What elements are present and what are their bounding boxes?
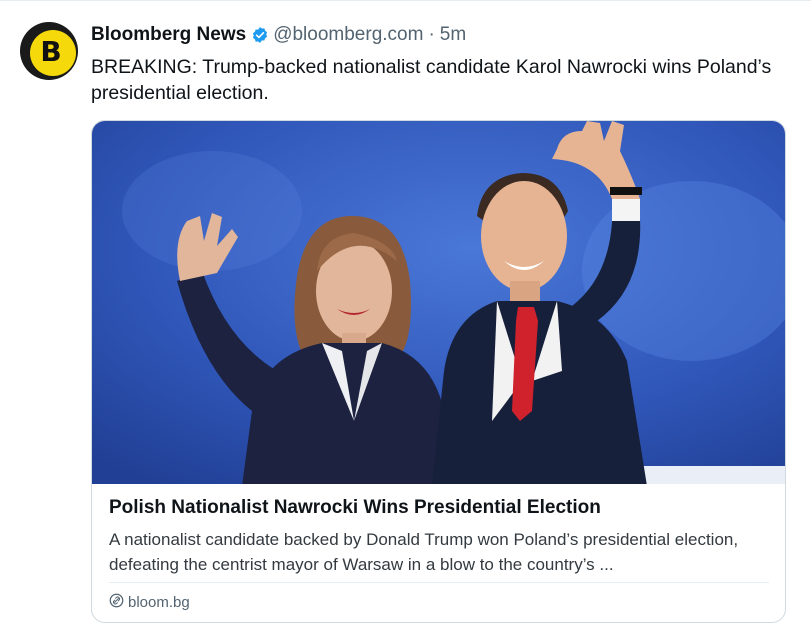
card-divider — [109, 582, 769, 583]
post-text: BREAKING: Trump-backed nationalist candi… — [91, 56, 772, 104]
card-domain[interactable]: bloom.bg — [109, 592, 190, 612]
link-card[interactable]: Polish Nationalist Nawrocki Wins Preside… — [91, 120, 786, 623]
author-name[interactable]: Bloomberg News — [91, 24, 246, 46]
avatar[interactable]: B — [20, 22, 78, 80]
author-handle[interactable]: @bloomberg.com — [273, 24, 423, 46]
verified-badge-icon — [251, 26, 269, 44]
post-header: Bloomberg News @bloomberg.com · 5m — [91, 22, 466, 48]
post-time[interactable]: 5m — [440, 24, 466, 46]
card-title[interactable]: Polish Nationalist Nawrocki Wins Preside… — [109, 497, 769, 519]
card-domain-text: bloom.bg — [128, 593, 190, 611]
card-description: A nationalist candidate backed by Donald… — [109, 530, 739, 574]
avatar-letter: B — [40, 34, 62, 68]
separator-dot: · — [428, 24, 435, 45]
card-image[interactable] — [92, 121, 785, 484]
link-icon — [109, 593, 128, 612]
post[interactable]: B Bloomberg News @bloomberg.com · 5m BRE… — [0, 0, 811, 634]
